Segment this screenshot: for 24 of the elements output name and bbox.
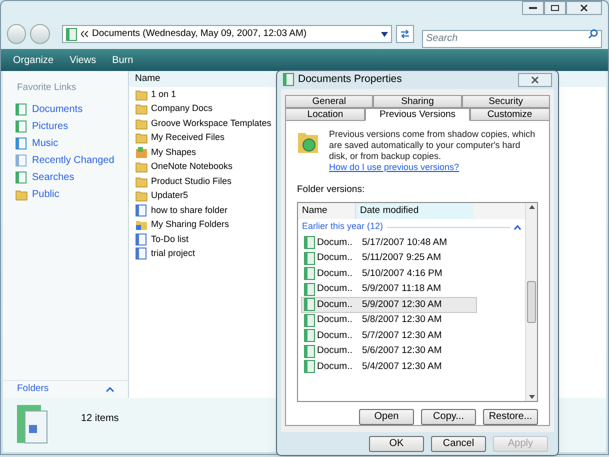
version-date: 5/9/2007 12:30 AM [361, 298, 442, 312]
list-label: Folder versions: [297, 182, 366, 197]
version-name: Docum.. [317, 282, 352, 296]
version-name: Docum.. [317, 328, 352, 343]
version-name: Docum.. [317, 360, 352, 374]
version-name: Docum.. [317, 266, 352, 281]
version-date: 5/11/2007 9:25 AM [361, 251, 442, 266]
version-name: Docum.. [317, 313, 352, 328]
version-date: 5/8/2007 12:30 AM [361, 313, 442, 328]
version-name: Docum.. [317, 251, 352, 266]
version-name: Docum.. [317, 298, 352, 312]
version-date: 5/6/2007 12:30 AM [361, 344, 442, 358]
version-date: 5/17/2007 10:48 AM [361, 236, 448, 250]
version-date: 5/4/2007 12:30 AM [361, 360, 442, 374]
version-name: Docum.. [317, 344, 352, 358]
description-text: Previous versions come from shadow copies, which are saved automatically to your computer's hard disk, or from backup copies. How do I use previous versions? [329, 128, 536, 173]
version-name: Docum.. [317, 236, 352, 250]
version-date: 5/7/2007 12:30 AM [361, 328, 442, 343]
version-date: 5/9/2007 11:18 AM [361, 282, 442, 296]
dialog-title: Documents Properties [298, 72, 403, 88]
version-date: 5/10/2007 4:16 PM [361, 266, 442, 281]
pane-heading: Favorite Links [16, 81, 78, 95]
address-text: Documents (Wednesday, May 09, 2007, 12:03 AM) [92, 26, 308, 41]
item-count: 12 items [81, 412, 119, 426]
